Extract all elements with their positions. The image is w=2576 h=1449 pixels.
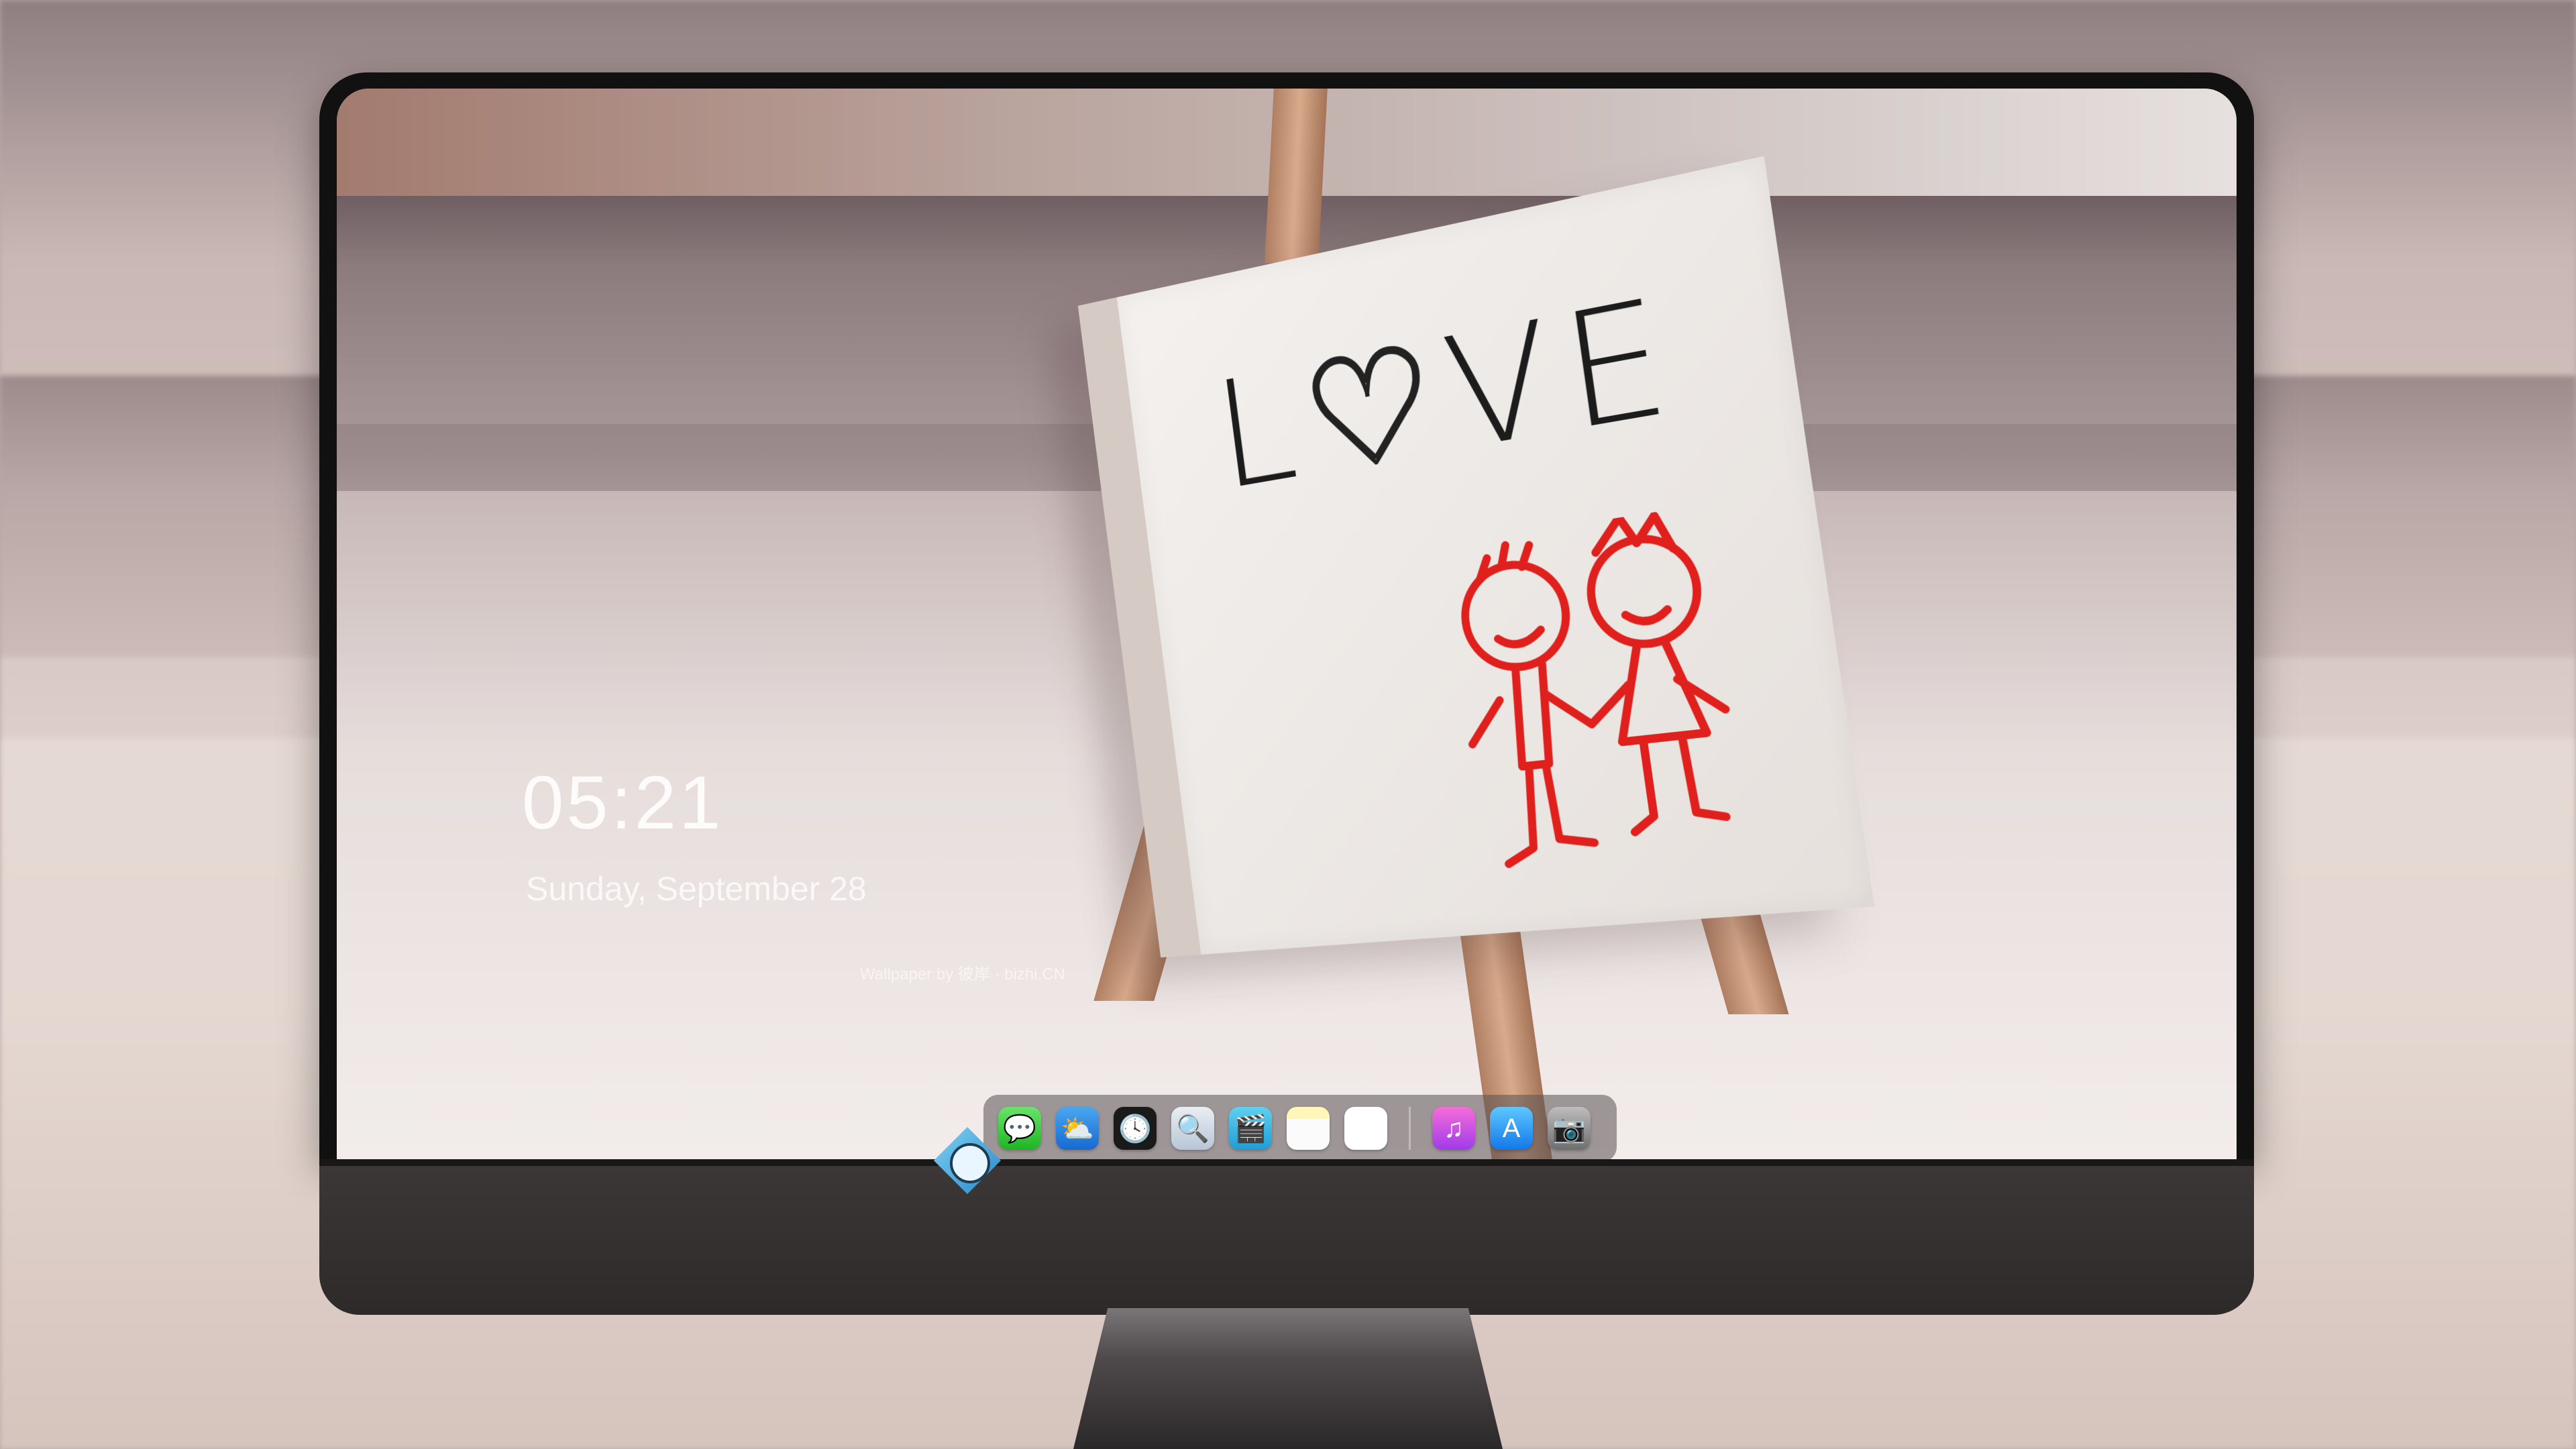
love-letters-ve: VE [1435, 262, 1693, 486]
preview-icon[interactable]: 🔍 [1171, 1107, 1214, 1150]
notes-icon[interactable] [1287, 1107, 1330, 1150]
couple-drawing [1419, 500, 1786, 895]
heart-icon: ♡ [1293, 307, 1462, 511]
photos-icon[interactable]: 🖼 [1344, 1107, 1387, 1150]
lockscreen-date: Sunday, September 28 [526, 870, 867, 908]
brand-logo-center [950, 1143, 990, 1183]
clock-icon[interactable]: 🕓 [1114, 1107, 1157, 1150]
app-store-icon[interactable]: A [1490, 1107, 1533, 1150]
monitor-chin [319, 1159, 2254, 1315]
music-icon[interactable]: ♫ [1432, 1107, 1475, 1150]
love-text: L♡VE [1206, 262, 1693, 523]
lockscreen-clock: 05:21 [522, 761, 724, 845]
weather-icon[interactable]: ⛅ [1056, 1107, 1099, 1150]
dock-separator [1409, 1107, 1411, 1150]
camera-icon[interactable]: 📷 [1548, 1107, 1591, 1150]
monitor: L♡VE 05:21 Sunday, September 28 Wallpape… [319, 72, 2254, 1315]
easel-top-post [1265, 89, 1328, 263]
video-icon[interactable]: 🎬 [1229, 1107, 1272, 1150]
monitor-stand [1073, 1308, 1503, 1449]
screen[interactable]: L♡VE 05:21 Sunday, September 28 Wallpape… [337, 89, 2237, 1159]
dock: 💬 ⛅ 🕓 🔍 🎬 🖼 ♫ A 📷 [983, 1095, 1617, 1159]
messages-icon[interactable]: 💬 [998, 1107, 1041, 1150]
wallpaper-credit: Wallpaper by 彼岸 · bizhi.CN [860, 965, 1065, 983]
monitor-bezel: L♡VE 05:21 Sunday, September 28 Wallpape… [319, 72, 2254, 1159]
